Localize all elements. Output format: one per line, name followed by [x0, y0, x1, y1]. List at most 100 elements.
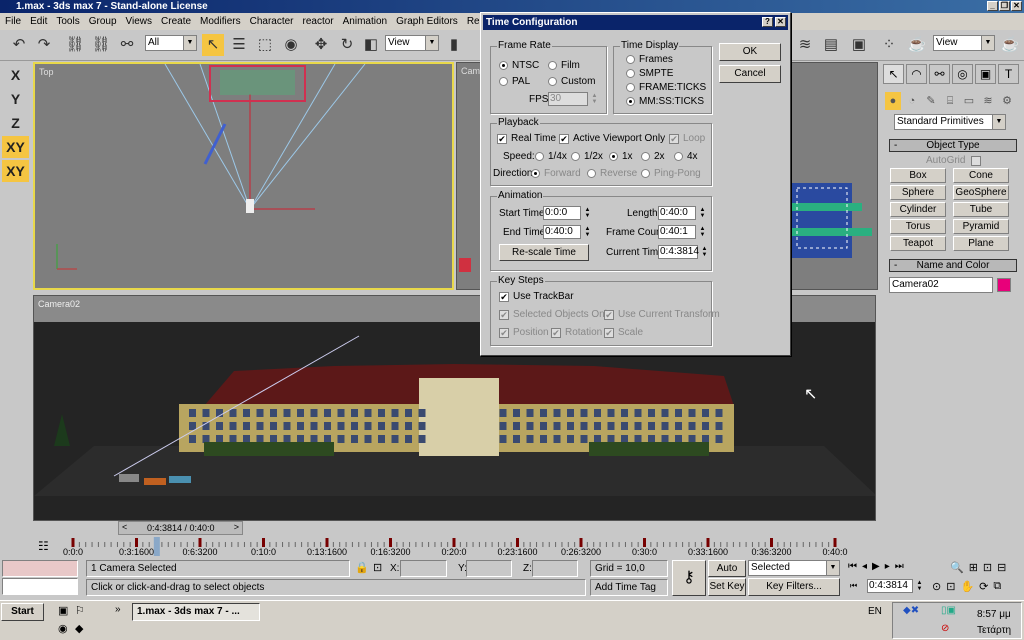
schematic-view-icon[interactable]: ▣ [848, 34, 870, 56]
key-mode-dropdown[interactable]: Selected ▼ [748, 560, 840, 576]
scale-icon[interactable]: ◧ [360, 34, 382, 56]
current-time-marker[interactable] [153, 537, 160, 556]
material-editor-icon[interactable]: ⁘ [878, 34, 900, 56]
region-zoom-icon[interactable]: ⊡ [946, 580, 955, 593]
select-object-icon[interactable]: ↖ [202, 34, 224, 56]
language-indicator[interactable]: EN [868, 606, 882, 617]
film-radio[interactable]: Film [548, 60, 580, 71]
use-current-transform-checkbox[interactable]: ✔ Use Current Transform [604, 309, 720, 320]
motion-tab-icon[interactable]: ◎ [952, 64, 973, 84]
hierarchy-tab-icon[interactable]: ⚯ [929, 64, 950, 84]
select-by-name-icon[interactable]: ☰ [228, 34, 250, 56]
viewport-top[interactable]: Top [33, 62, 454, 290]
menu-views[interactable]: Views [126, 13, 153, 30]
zoom-icon[interactable]: 🔍 [950, 561, 964, 574]
display-tab-icon[interactable]: ▣ [975, 64, 996, 84]
object-color-swatch[interactable] [997, 278, 1011, 292]
name-color-rollout-header[interactable]: - Name and Color [889, 259, 1017, 272]
messenger-icon[interactable]: ◆ [75, 622, 83, 635]
menu-create[interactable]: Create [161, 13, 191, 30]
loop-checkbox[interactable]: ✔ Loop [669, 133, 705, 144]
primitive-cylinder-button[interactable]: Cylinder [890, 202, 946, 217]
tray-icon[interactable]: ◆✖ [903, 605, 919, 617]
scale-checkbox[interactable]: ✔ Scale [604, 327, 643, 338]
reference-coordinate-dropdown[interactable]: View ▼ [385, 35, 439, 51]
menu-group[interactable]: Group [89, 13, 117, 30]
object-type-rollout-header[interactable]: - Object Type [889, 139, 1017, 152]
ok-button[interactable]: OK [719, 43, 781, 61]
primitive-box-button[interactable]: Box [890, 168, 946, 183]
key-filters-button[interactable]: Key Filters... [748, 578, 840, 596]
shapes-icon[interactable]: ◔ [904, 92, 920, 110]
window-crossing-icon[interactable]: ◉ [280, 34, 302, 56]
direction-forward-radio[interactable]: Forward [531, 168, 581, 179]
quick-render-icon[interactable]: ☕ [999, 34, 1021, 56]
desktop-icon[interactable]: ▣ [58, 604, 68, 617]
zoom-extents-all-icon[interactable]: ⊟ [997, 561, 1006, 574]
render-scene-icon[interactable]: ☕ [906, 34, 928, 56]
y-coordinate-input[interactable] [466, 560, 512, 577]
go-to-end-icon[interactable]: ⏭ [895, 561, 904, 572]
maxscript-listener-mini[interactable] [2, 560, 78, 577]
create-tab-icon[interactable]: ↖ [883, 64, 904, 84]
time-slider-prev[interactable]: < [122, 522, 127, 532]
speed-2x-radio[interactable]: 2x [641, 151, 665, 162]
render-type-dropdown[interactable]: View ▼ [933, 35, 995, 51]
auto-key-button[interactable]: Auto Key [708, 560, 746, 589]
cameras-icon[interactable]: ⌸ [942, 92, 958, 110]
current-time-spinner[interactable]: 0:4:3814 ▲ ▼ [658, 245, 707, 259]
lights-icon[interactable]: ✎ [923, 92, 939, 110]
primitive-torus-button[interactable]: Torus [890, 219, 946, 234]
play-icon[interactable]: ▶ [872, 561, 880, 572]
mm-ss-ticks-radio[interactable]: MM:SS:TICKS [626, 96, 704, 107]
axis-constraint-xy[interactable]: XY [2, 136, 29, 158]
custom-radio[interactable]: Custom [548, 76, 595, 87]
unlink-icon[interactable]: ⛓ [90, 34, 112, 56]
end-time-spinner[interactable]: 0:40:0 ▲ ▼ [543, 225, 590, 239]
space-warps-icon[interactable]: ≋ [980, 92, 996, 110]
orbit-icon[interactable]: ⟳ [979, 580, 988, 593]
layer-manager-icon[interactable]: ≋ [794, 34, 816, 56]
dialog-close-button[interactable]: ✕ [775, 17, 786, 27]
autogrid-checkbox[interactable]: AutoGrid [926, 155, 982, 166]
track-bar[interactable]: 0:0:0 0:3:1600 0:6:3200 0:10:0 0:13:1600 0:16… [0, 535, 880, 558]
tray-icon[interactable]: ⊘ [941, 623, 949, 635]
time-slider-next[interactable]: > [234, 522, 239, 532]
zoom-extents-icon[interactable]: ⊡ [983, 561, 992, 574]
more-chevron-icon[interactable]: » [115, 604, 121, 615]
track-view-icon[interactable]: ▤ [820, 34, 842, 56]
pal-radio[interactable]: PAL [499, 76, 530, 87]
direction-ping-pong-radio[interactable]: Ping-Pong [641, 168, 701, 179]
add-time-tag[interactable]: Add Time Tag [590, 579, 668, 596]
menu-reactor[interactable]: reactor [303, 13, 334, 30]
active-viewport-only-checkbox[interactable]: ✔ Active Viewport Only [559, 133, 665, 144]
go-to-start-icon[interactable]: ⏮ [848, 561, 857, 572]
bind-space-warp-icon[interactable]: ⚯ [116, 34, 138, 56]
axis-constraint-z[interactable]: Z [2, 112, 29, 134]
menu-file[interactable]: File [5, 13, 21, 30]
frame-ticks-radio[interactable]: FRAME:TICKS [626, 82, 706, 93]
menu-edit[interactable]: Edit [30, 13, 47, 30]
move-icon[interactable]: ✥ [310, 34, 332, 56]
speed-1-4x-radio[interactable]: 1/4x [535, 151, 567, 162]
redo-icon[interactable]: ↷ [33, 34, 55, 56]
menu-animation[interactable]: Animation [343, 13, 387, 30]
maxscript-input[interactable] [2, 578, 78, 595]
x-coordinate-input[interactable] [400, 560, 447, 577]
lock-selection-icon[interactable]: 🔒 [355, 561, 369, 574]
taskbar-item-3dsmax[interactable]: 1.max - 3ds max 7 - ... [132, 603, 260, 621]
use-trackbar-checkbox[interactable]: ✔ Use TrackBar [499, 291, 574, 302]
fps-spinner[interactable]: 30 ▲ ▼ [548, 92, 597, 106]
current-frame-spinner[interactable]: 0:4:3814 ▲ ▼ [867, 579, 922, 593]
menu-character[interactable]: Character [250, 13, 294, 30]
menu-graph-editors[interactable]: Graph Editors [396, 13, 458, 30]
length-spinner[interactable]: 0:40:0 ▲ ▼ [658, 206, 705, 220]
rotate-icon[interactable]: ↻ [336, 34, 358, 56]
selection-filter-dropdown[interactable]: All ▼ [145, 35, 197, 51]
rectangular-selection-icon[interactable]: ⬚ [254, 34, 276, 56]
restore-button[interactable]: ❐ [999, 1, 1010, 11]
selected-objects-only-checkbox[interactable]: ✔ Selected Objects Only [499, 309, 612, 320]
axis-constraint-x[interactable]: X [2, 64, 29, 86]
undo-icon[interactable]: ↶ [8, 34, 30, 56]
axis-constraint-xy-cycle[interactable]: XY [2, 160, 29, 182]
